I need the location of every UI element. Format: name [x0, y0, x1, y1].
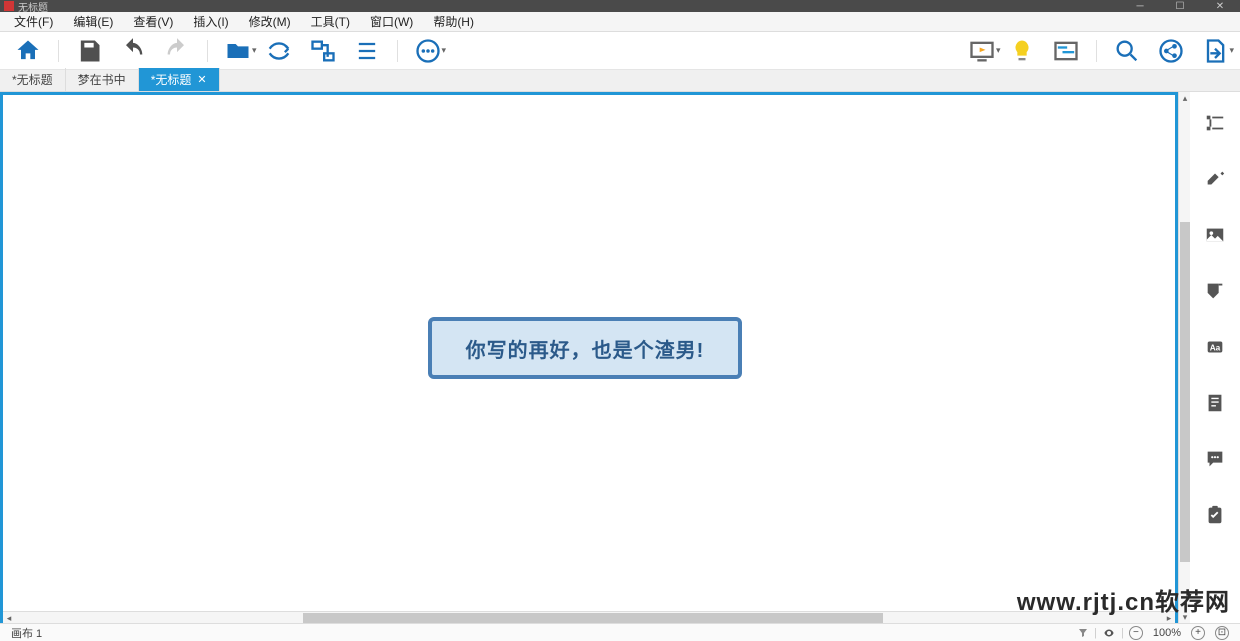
filter-icon[interactable]	[1077, 627, 1089, 639]
format-panel-icon[interactable]	[1204, 168, 1226, 190]
menu-file[interactable]: 文件(F)	[4, 13, 63, 30]
canvas[interactable]: 你写的再好，也是个渣男! ◂ ▸	[0, 92, 1178, 623]
tab-dream-in-book[interactable]: 梦在书中	[66, 68, 139, 91]
sheet-label[interactable]: 画布 1	[11, 625, 42, 641]
close-tab-icon[interactable]: ✕	[197, 73, 206, 86]
presentation-dropdown[interactable]: ▾	[996, 45, 1001, 56]
share-button[interactable]	[265, 37, 293, 65]
menu-window[interactable]: 窗口(W)	[360, 13, 423, 30]
zoom-button[interactable]	[1113, 37, 1141, 65]
close-window-button[interactable]: ✕	[1200, 0, 1240, 12]
menu-modify[interactable]: 修改(M)	[239, 13, 301, 30]
text-panel-icon[interactable]: Aa	[1204, 336, 1226, 358]
document-tabs: *无标题 梦在书中 *无标题 ✕	[0, 70, 1240, 92]
app-logo-icon	[4, 1, 14, 11]
idea-button[interactable]	[1008, 37, 1036, 65]
more-dropdown[interactable]: ▾	[442, 45, 447, 56]
minimize-button[interactable]: ─	[1120, 0, 1160, 12]
menu-help[interactable]: 帮助(H)	[423, 13, 484, 30]
visibility-icon[interactable]	[1102, 627, 1116, 639]
tab-untitled-2[interactable]: *无标题 ✕	[139, 68, 220, 91]
titlebar: 无标题 ─ ☐ ✕	[0, 0, 1240, 12]
redo-button[interactable]	[163, 37, 191, 65]
separator	[1096, 40, 1097, 62]
svg-text:Aa: Aa	[1210, 344, 1221, 353]
menu-tools[interactable]: 工具(T)	[301, 13, 360, 30]
horizontal-scrollbar[interactable]: ◂ ▸	[3, 611, 1175, 623]
notes-panel-icon[interactable]	[1204, 392, 1226, 414]
task-panel-icon[interactable]	[1204, 504, 1226, 526]
gantt-button[interactable]	[1052, 37, 1080, 65]
scroll-down-icon[interactable]: ▾	[1179, 611, 1191, 623]
separator	[207, 40, 208, 62]
main-area: 你写的再好，也是个渣男! ◂ ▸ ▴ ▾ Aa	[0, 92, 1240, 623]
comments-panel-icon[interactable]	[1204, 448, 1226, 470]
scroll-up-icon[interactable]: ▴	[1179, 92, 1191, 104]
vertical-scrollbar[interactable]: ▴ ▾	[1178, 92, 1190, 623]
tab-label: *无标题	[151, 71, 192, 88]
menu-view[interactable]: 查看(V)	[123, 13, 183, 30]
relationship-button[interactable]	[309, 37, 337, 65]
image-panel-icon[interactable]	[1204, 224, 1226, 246]
menu-edit[interactable]: 编辑(E)	[63, 13, 123, 30]
zoom-out-button[interactable]: −	[1129, 626, 1143, 640]
open-dropdown[interactable]: ▾	[252, 45, 257, 56]
outline-button[interactable]	[353, 37, 381, 65]
separator	[58, 40, 59, 62]
vscroll-thumb[interactable]	[1180, 222, 1190, 562]
zoom-level[interactable]: 100%	[1153, 627, 1181, 639]
node-text: 你写的再好，也是个渣男!	[466, 334, 705, 363]
fit-button[interactable]: ⊡	[1215, 626, 1229, 640]
scroll-right-icon[interactable]: ▸	[1163, 612, 1175, 623]
save-button[interactable]	[75, 37, 103, 65]
more-button[interactable]	[414, 37, 442, 65]
statusbar: 画布 1 | | − 100% + ⊡	[0, 623, 1240, 641]
menubar: 文件(F) 编辑(E) 查看(V) 插入(I) 修改(M) 工具(T) 窗口(W…	[0, 12, 1240, 32]
open-button[interactable]	[224, 37, 252, 65]
presentation-button[interactable]	[968, 37, 996, 65]
undo-button[interactable]	[119, 37, 147, 65]
menu-insert[interactable]: 插入(I)	[183, 13, 238, 30]
side-panel: Aa	[1190, 92, 1240, 623]
marker-panel-icon[interactable]	[1204, 280, 1226, 302]
separator	[397, 40, 398, 62]
scroll-left-icon[interactable]: ◂	[3, 612, 15, 623]
outline-panel-icon[interactable]	[1204, 112, 1226, 134]
central-topic-node[interactable]: 你写的再好，也是个渣男!	[428, 317, 742, 379]
cloud-share-button[interactable]	[1157, 37, 1185, 65]
toolbar: ▾ ▾ ▾ ▾	[0, 32, 1240, 70]
export-dropdown[interactable]: ▾	[1229, 45, 1234, 56]
home-button[interactable]	[14, 37, 42, 65]
tab-untitled-1[interactable]: *无标题	[0, 68, 66, 91]
export-button[interactable]	[1201, 37, 1229, 65]
hscroll-thumb[interactable]	[303, 613, 883, 623]
zoom-in-button[interactable]: +	[1191, 626, 1205, 640]
maximize-button[interactable]: ☐	[1160, 0, 1200, 12]
